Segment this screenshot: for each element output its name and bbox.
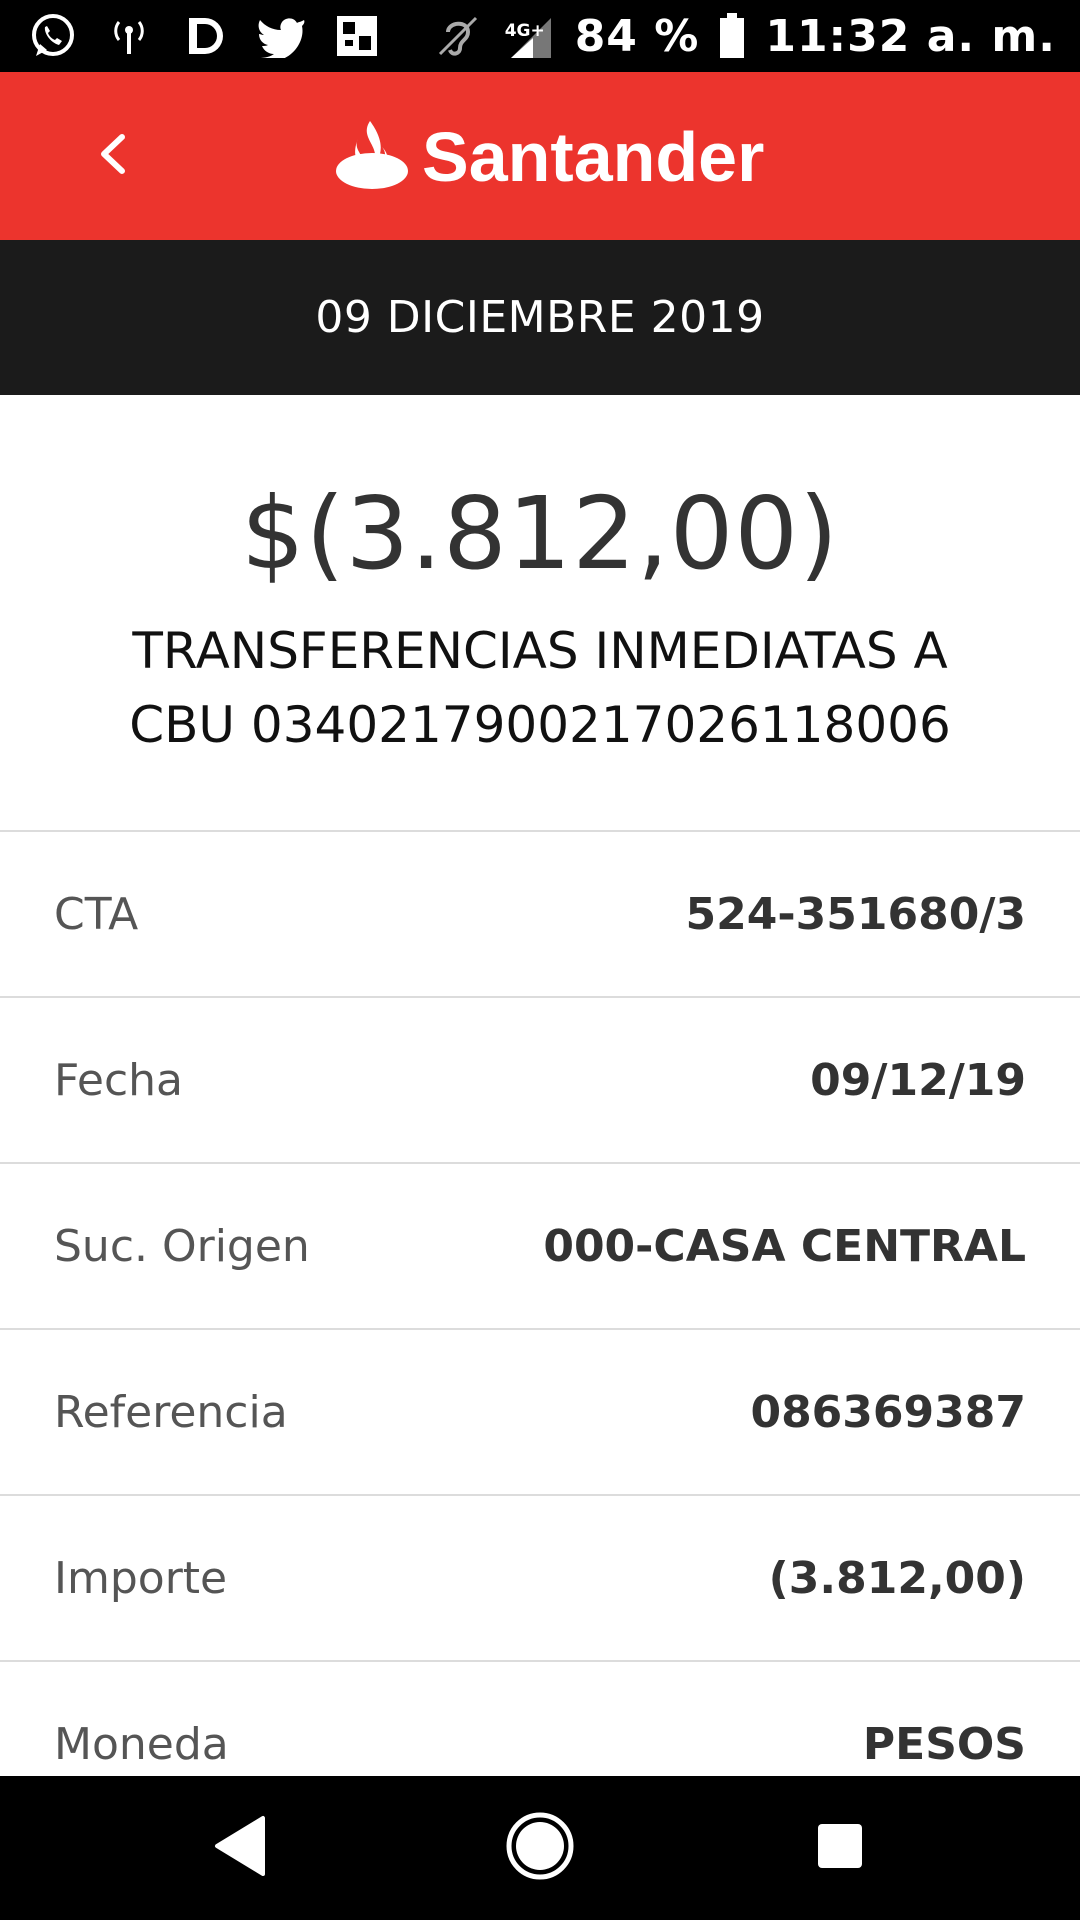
detail-value: 000-CASA CENTRAL <box>543 1220 1026 1272</box>
battery-percent: 84 % <box>574 10 700 62</box>
hearing-aid-icon <box>433 11 483 61</box>
detail-label: Moneda <box>54 1718 229 1770</box>
date-band: 09 DICIEMBRE 2019 <box>0 240 1080 395</box>
transaction-summary: $(3.812,00) TRANSFERENCIAS INMEDIATAS A … <box>0 395 1080 830</box>
detail-row-importe: Importe (3.812,00) <box>0 1496 1080 1662</box>
brand-name: Santander <box>422 118 765 196</box>
detail-row-fecha: Fecha 09/12/19 <box>0 998 1080 1164</box>
whatsapp-icon <box>28 11 78 61</box>
photo-app-icon <box>332 11 382 61</box>
detail-label: Referencia <box>54 1386 288 1438</box>
detail-value: 09/12/19 <box>810 1054 1026 1106</box>
notification-icons <box>28 0 382 72</box>
clock: 11:32 a. m. <box>765 10 1056 62</box>
nav-back-button[interactable] <box>205 1812 277 1884</box>
back-triangle-icon <box>211 1814 271 1882</box>
back-button[interactable] <box>78 118 148 194</box>
app-header: Santander <box>0 72 1080 240</box>
status-bar: 4G+ 84 % 11:32 a. m. <box>0 0 1080 72</box>
nav-home-button[interactable] <box>504 1812 576 1884</box>
network-type-label: 4G+ <box>504 21 545 41</box>
battery-icon <box>717 11 747 61</box>
detail-row-referencia: Referencia 086369387 <box>0 1330 1080 1496</box>
detail-value: PESOS <box>862 1718 1026 1770</box>
detail-value: 086369387 <box>750 1386 1026 1438</box>
detail-value: (3.812,00) <box>768 1552 1026 1604</box>
detail-label: Suc. Origen <box>54 1220 310 1272</box>
detail-label: Fecha <box>54 1054 184 1106</box>
signal-icon: 4G+ <box>501 11 557 61</box>
navigation-bar <box>0 1776 1080 1920</box>
flame-logo-icon <box>334 117 410 197</box>
transaction-description: TRANSFERENCIAS INMEDIATAS A CBU 03402179… <box>129 622 951 754</box>
d-app-icon <box>180 11 230 61</box>
system-indicators: 4G+ 84 % 11:32 a. m. <box>433 0 1056 72</box>
transaction-amount: $(3.812,00) <box>241 475 839 592</box>
detail-row-cta: CTA 524-351680/3 <box>0 832 1080 998</box>
detail-row-suc-origen: Suc. Origen 000-CASA CENTRAL <box>0 1164 1080 1330</box>
transaction-details: CTA 524-351680/3 Fecha 09/12/19 Suc. Ori… <box>0 830 1080 1828</box>
recents-square-icon <box>815 1821 865 1875</box>
twitter-icon <box>256 11 306 61</box>
nav-recents-button[interactable] <box>804 1812 876 1884</box>
brand-logo: Santander <box>334 116 764 198</box>
detail-value: 524-351680/3 <box>685 888 1026 940</box>
home-circle-icon <box>505 1811 575 1885</box>
hotspot-icon <box>104 11 154 61</box>
chevron-left-icon <box>96 131 130 181</box>
transaction-date-heading: 09 DICIEMBRE 2019 <box>315 292 765 343</box>
detail-label: Importe <box>54 1552 228 1604</box>
detail-label: CTA <box>54 888 139 940</box>
